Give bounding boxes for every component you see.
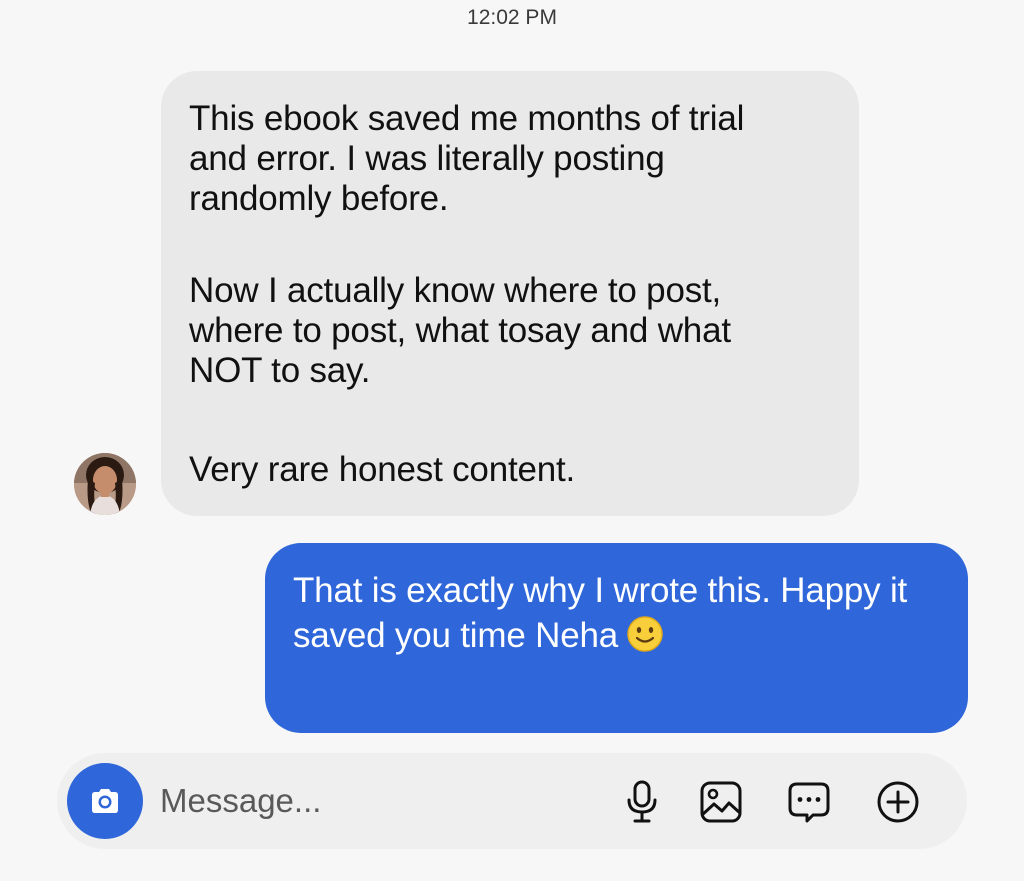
microphone-icon (627, 780, 657, 823)
camera-icon (92, 789, 118, 813)
camera-button[interactable] (67, 763, 143, 839)
message-input[interactable] (160, 776, 580, 826)
outgoing-message-text: That is exactly why I wrote this. Happy … (293, 568, 953, 664)
more-options-button[interactable] (873, 777, 923, 827)
plus-circle-icon (877, 781, 919, 823)
sticker-icon (788, 782, 830, 823)
avatar-photo-icon (74, 453, 136, 515)
incoming-message-paragraph: Very rare honest content. (189, 450, 576, 489)
sticker-button[interactable] (784, 777, 834, 827)
smiling-face-icon (626, 615, 664, 664)
incoming-message-bubble[interactable]: This ebook saved me months of trial and … (161, 71, 859, 516)
image-icon (700, 781, 742, 823)
message-composer (57, 753, 967, 849)
incoming-message-paragraph: Now I actually know where to post, where… (189, 271, 731, 390)
voice-message-button[interactable] (617, 777, 667, 827)
message-timestamp: 12:02 PM (467, 6, 557, 29)
outgoing-message-bubble[interactable]: That is exactly why I wrote this. Happy … (265, 543, 968, 733)
incoming-message-paragraph: This ebook saved me months of trial and … (189, 99, 745, 218)
gallery-button[interactable] (696, 777, 746, 827)
outgoing-message-body: That is exactly why I wrote this. Happy … (293, 571, 908, 655)
sender-avatar[interactable] (74, 453, 136, 515)
